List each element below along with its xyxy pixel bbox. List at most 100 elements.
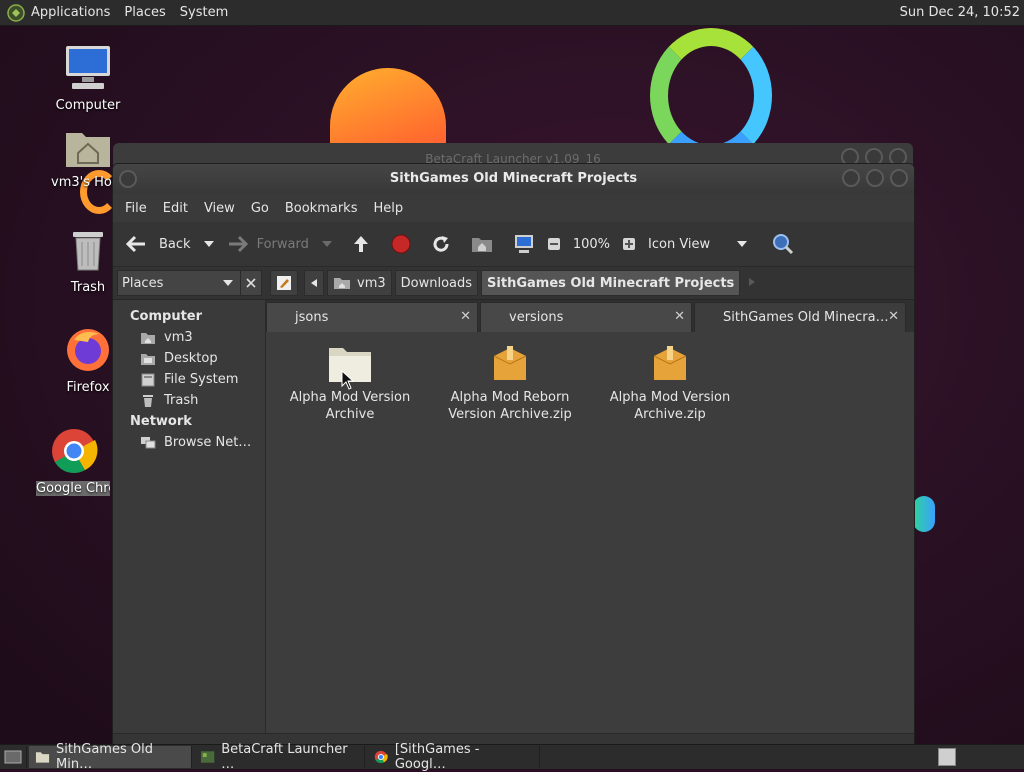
sidebar-item-file-system[interactable]: File System (113, 369, 265, 390)
mouse-pointer-icon (341, 370, 355, 390)
desktop-icon-computer[interactable]: Computer (43, 44, 133, 113)
window-titlebar[interactable]: SithGames Old Minecraft Projects (113, 164, 914, 194)
breadcrumb-vm3[interactable]: vm3 (327, 270, 392, 296)
close-button[interactable] (890, 169, 908, 187)
back-label: Back (159, 236, 191, 252)
archive-icon (493, 346, 527, 380)
desktop-icon-label: Google Chrome (36, 481, 110, 496)
window-body: Computer vm3 Desktop File System Trash N… (113, 300, 914, 733)
sidebar-item-label: Trash (164, 393, 199, 408)
archive-icon (653, 346, 687, 380)
firefox-icon (67, 329, 109, 371)
view-mode-select[interactable]: Icon View (644, 229, 752, 259)
menu-edit[interactable]: Edit (155, 201, 196, 216)
close-tab-button[interactable]: ✕ (674, 309, 685, 324)
back-arrow-icon (125, 235, 145, 253)
forward-arrow-icon (228, 235, 248, 253)
sidebar-type-select[interactable]: Places (117, 270, 262, 296)
toggle-location-entry-button[interactable] (270, 270, 298, 296)
file-item-archive[interactable]: Alpha Mod Reborn Version Archive.zip (440, 344, 580, 423)
file-item-archive[interactable]: Alpha Mod Version Archive.zip (600, 344, 740, 423)
breadcrumb-downloads[interactable]: Downloads (394, 270, 479, 296)
computer-icon (514, 235, 533, 253)
tab-label: jsons (295, 310, 329, 325)
menu-view[interactable]: View (196, 201, 243, 216)
sidebar-item-browse-network[interactable]: Browse Net… (113, 432, 265, 453)
close-sidebar-button[interactable] (240, 271, 261, 295)
sidebar-item-vm3[interactable]: vm3 (113, 327, 265, 348)
zoom-level[interactable]: 100% (569, 229, 614, 259)
workspace-switcher[interactable] (938, 748, 956, 766)
applications-menu[interactable]: Applications (0, 0, 117, 25)
tab-versions[interactable]: versions ✕ (480, 302, 692, 332)
show-desktop-icon (4, 750, 22, 764)
search-icon (773, 234, 794, 255)
applications-menu-label: Applications (31, 5, 111, 20)
menu-bookmarks[interactable]: Bookmarks (277, 201, 366, 216)
clock[interactable]: Sun Dec 24, 10:52 (893, 0, 1024, 25)
sidebar-item-label: Desktop (164, 351, 218, 366)
home-folder-icon (66, 133, 110, 167)
breadcrumb-current[interactable]: SithGames Old Minecraft Projects (481, 270, 741, 296)
maximize-button[interactable] (866, 169, 884, 187)
taskbar-item-file-manager[interactable]: SithGames Old Min… (29, 742, 192, 772)
file-name: Alpha Mod Reborn Version Archive.zip (448, 390, 572, 422)
zoom-in-button[interactable] (618, 229, 640, 259)
forward-label: Forward (256, 236, 309, 252)
computer-button[interactable] (509, 229, 539, 259)
edit-icon (277, 276, 291, 290)
file-manager-window: SithGames Old Minecraft Projects File Ed… (112, 163, 915, 746)
sidebar-item-desktop[interactable]: Desktop (113, 348, 265, 369)
menu-bar: File Edit View Go Bookmarks Help (113, 194, 914, 222)
toolbar: Back Forward 100% Icon View (113, 222, 914, 267)
sidebar-item-label: vm3 (164, 330, 193, 345)
file-view[interactable]: jsons ✕ versions ✕ SithGames Old Minecra… (266, 300, 914, 733)
search-button[interactable] (768, 229, 798, 259)
drive-icon (141, 373, 155, 386)
sidebar-item-trash[interactable]: Trash (113, 390, 265, 411)
taskbar-item-betacraft[interactable]: BetaCraft Launcher … (194, 742, 365, 772)
show-desktop-button[interactable] (0, 746, 27, 768)
bottom-panel: SithGames Old Min… BetaCraft Launcher … … (0, 742, 1024, 772)
chevron-down-icon (321, 241, 332, 247)
close-icon (246, 278, 256, 288)
up-arrow-icon (353, 236, 368, 252)
tab-label: SithGames Old Minecraf… (723, 310, 893, 325)
forward-history-dropdown[interactable] (317, 229, 337, 259)
places-menu[interactable]: Places (117, 0, 172, 25)
desktop-icon-chrome[interactable]: Google Chrome (36, 427, 112, 496)
zoom-out-button[interactable] (543, 229, 565, 259)
sidebar-item-label: Browse Net… (164, 435, 252, 450)
home-button[interactable] (467, 229, 497, 259)
reload-button[interactable] (427, 229, 455, 259)
chevron-right-icon (749, 277, 756, 286)
breadcrumb-scroll-left[interactable] (304, 270, 324, 296)
up-button[interactable] (347, 229, 375, 259)
sidebar-type-label: Places (122, 275, 164, 291)
menu-go[interactable]: Go (243, 201, 277, 216)
tab-jsons[interactable]: jsons ✕ (266, 302, 478, 332)
close-tab-button[interactable]: ✕ (460, 309, 471, 324)
breadcrumb-label: vm3 (357, 275, 386, 291)
app-icon (200, 751, 215, 763)
sidebar-item-label: File System (164, 372, 239, 387)
taskbar-item-chrome[interactable]: [SithGames - Googl… (367, 742, 540, 772)
file-name: Alpha Mod Version Archive (289, 390, 411, 422)
forward-button[interactable]: Forward (223, 229, 313, 259)
breadcrumb-scroll-right[interactable] (748, 276, 756, 291)
back-button[interactable]: Back (121, 229, 195, 259)
top-panel: Applications Places System Sun Dec 24, 1… (0, 0, 1024, 26)
tab-label: versions (509, 310, 564, 325)
minimize-button[interactable] (842, 169, 860, 187)
menu-help[interactable]: Help (365, 201, 411, 216)
desktop-folder-icon (141, 353, 155, 365)
close-tab-button[interactable]: ✕ (888, 309, 899, 324)
stop-icon (391, 234, 411, 254)
trash-icon (143, 394, 153, 407)
menu-file[interactable]: File (117, 201, 155, 216)
back-history-dropdown[interactable] (199, 229, 219, 259)
tab-sithgames-current[interactable]: SithGames Old Minecraf… ✕ (694, 302, 906, 332)
system-menu[interactable]: System (173, 0, 235, 25)
stop-button[interactable] (387, 229, 415, 259)
mate-logo-icon (7, 3, 25, 22)
